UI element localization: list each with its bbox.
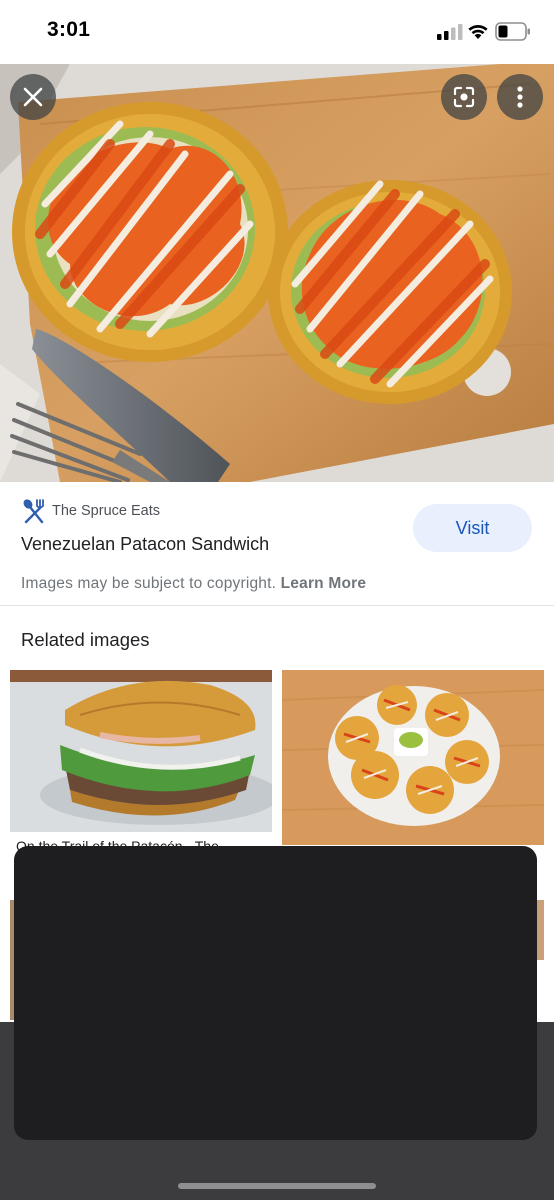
close-button[interactable]: [10, 74, 56, 120]
source-link[interactable]: The Spruce Eats: [21, 498, 160, 524]
cellular-signal-icon: [437, 24, 463, 40]
battery-icon: [495, 22, 530, 41]
copyright-text: Images may be subject to copyright.: [21, 575, 277, 592]
image-info-panel: The Spruce Eats Venezuelan Patacon Sandw…: [0, 482, 554, 606]
google-lens-button[interactable]: [441, 74, 487, 120]
wifi-icon: [468, 24, 488, 39]
overlay-panel[interactable]: [14, 846, 537, 1140]
related-image-2[interactable]: [282, 670, 544, 845]
learn-more-link[interactable]: Learn More: [281, 575, 367, 592]
more-options-button[interactable]: [497, 74, 543, 120]
copyright-notice: Images may be subject to copyright. Lear…: [21, 575, 366, 593]
google-lens-icon: [453, 86, 475, 108]
more-vert-icon: [517, 86, 523, 108]
status-time: 3:01: [47, 18, 91, 41]
patacon-sandwich-thumbnail: [10, 670, 272, 832]
visit-button[interactable]: Visit: [413, 504, 532, 552]
image-title[interactable]: Venezuelan Patacon Sandwich: [21, 534, 269, 555]
patacon-sandwich-photo: [0, 64, 554, 482]
related-images-heading: Related images: [21, 629, 150, 650]
source-name: The Spruce Eats: [52, 503, 160, 519]
related-image-1[interactable]: [10, 670, 272, 832]
related-image-4[interactable]: [536, 900, 544, 960]
close-icon: [23, 87, 43, 107]
status-bar: 3:01: [0, 0, 554, 64]
patacones-platter-thumbnail: [282, 670, 544, 845]
home-indicator[interactable]: [178, 1183, 376, 1189]
spoon-fork-icon: [23, 499, 44, 524]
main-image[interactable]: [0, 64, 554, 482]
